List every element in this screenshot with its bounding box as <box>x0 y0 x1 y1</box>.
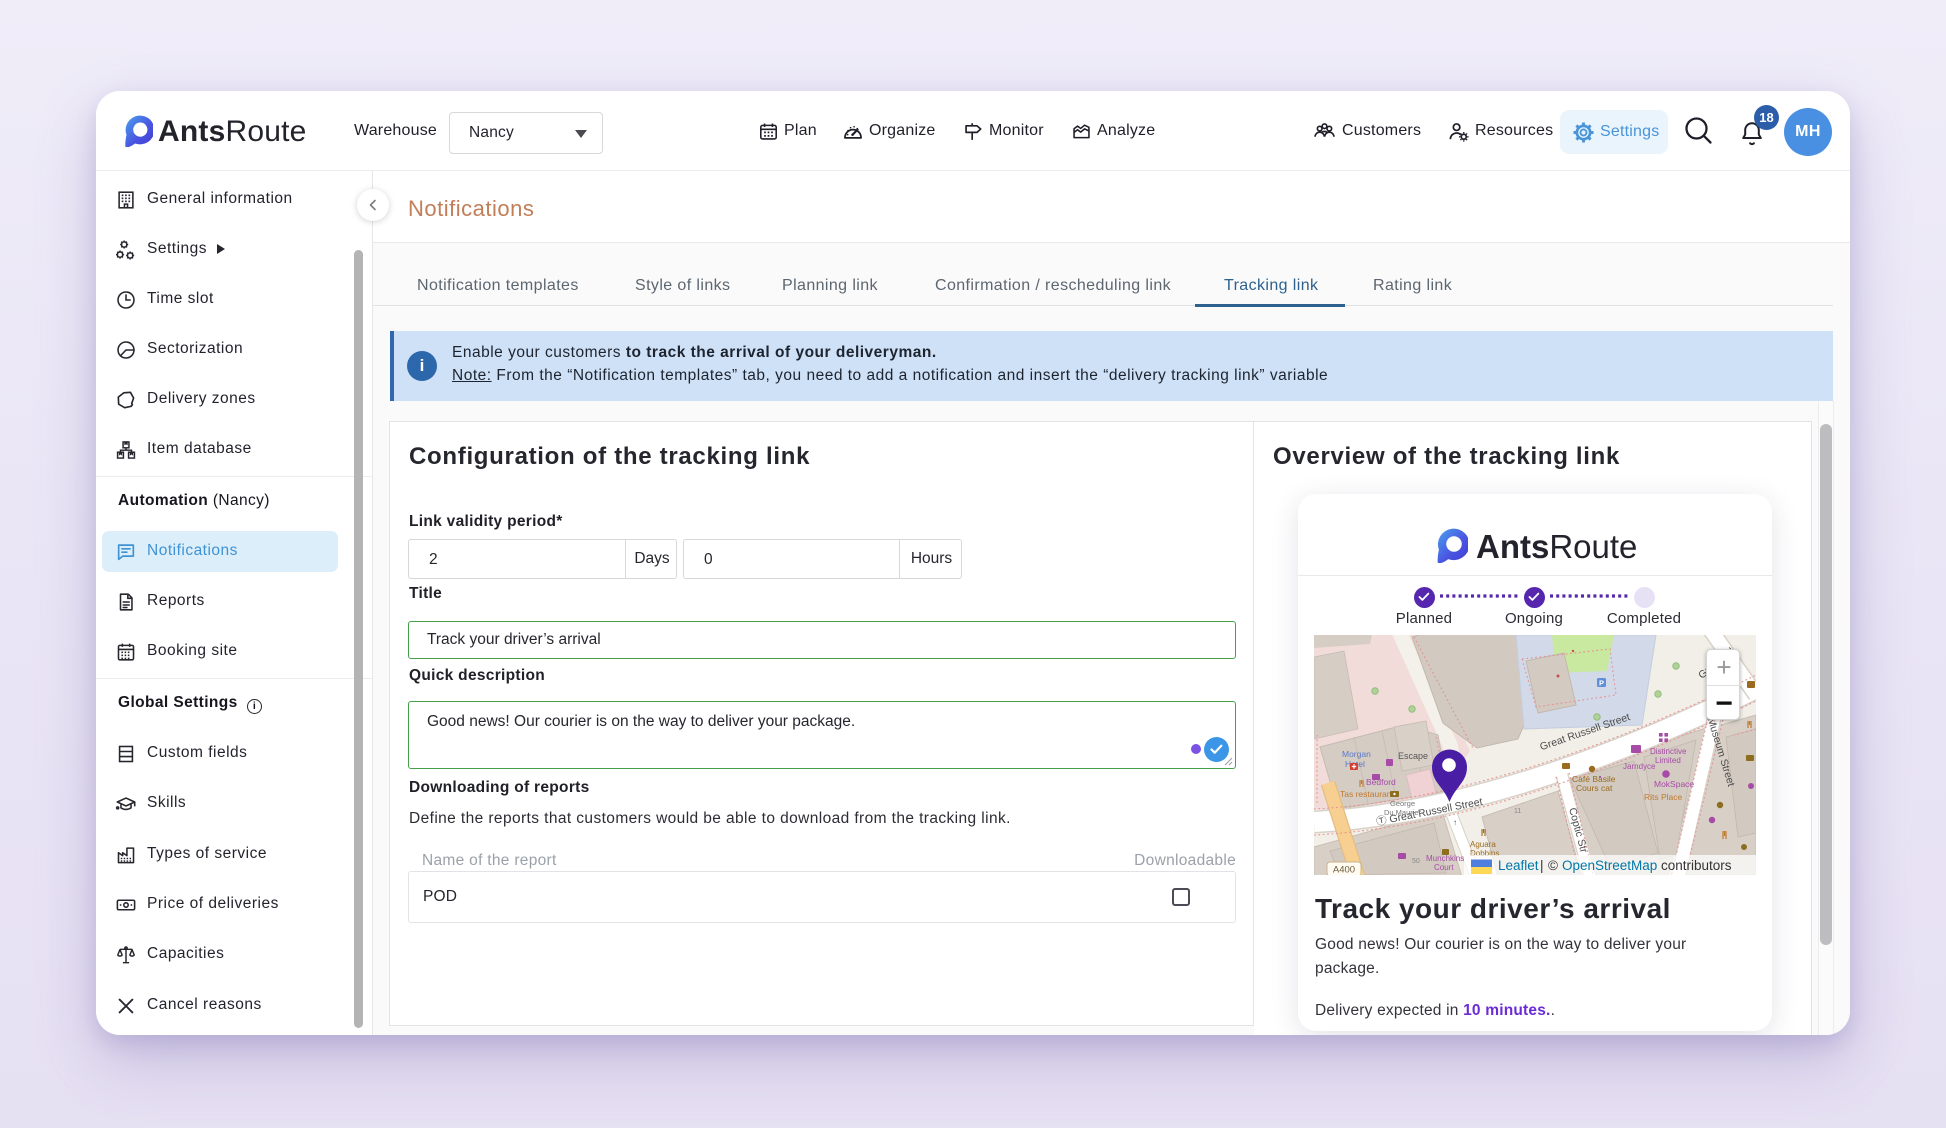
svg-text:Limited: Limited <box>1655 756 1681 765</box>
svg-text:Leaflet: Leaflet <box>1498 858 1539 873</box>
svg-text:|: | <box>1540 858 1544 873</box>
svg-text:OpenStreetMap: OpenStreetMap <box>1562 858 1657 873</box>
svg-text:Bedford: Bedford <box>1366 777 1396 787</box>
svg-text:Court: Court <box>1434 863 1454 872</box>
svg-text:↑: ↑ <box>1453 818 1457 827</box>
svg-text:Escape: Escape <box>1398 751 1428 761</box>
svg-text:©: © <box>1548 858 1558 873</box>
svg-text:P: P <box>1599 679 1604 688</box>
svg-text:Distinctive: Distinctive <box>1650 747 1687 756</box>
svg-text:11: 11 <box>1514 808 1521 815</box>
svg-text:Aguara: Aguara <box>1470 840 1496 849</box>
svg-text:Rits Place: Rits Place <box>1644 792 1683 802</box>
svg-text:Morgan: Morgan <box>1342 749 1371 759</box>
svg-text:George: George <box>1390 799 1415 808</box>
svg-text:MokSpace: MokSpace <box>1654 779 1694 789</box>
svg-text:contributors: contributors <box>1661 858 1732 873</box>
svg-text:Cours cat: Cours cat <box>1576 783 1613 793</box>
svg-text:Munchkins: Munchkins <box>1426 854 1464 863</box>
svg-text:Tas restaurant: Tas restaurant <box>1340 789 1394 799</box>
svg-text:A400: A400 <box>1333 865 1355 876</box>
svg-text:Du Maurier: Du Maurier <box>1384 808 1422 817</box>
svg-text:Jarndyce: Jarndyce <box>1623 762 1656 771</box>
svg-text:50: 50 <box>1412 858 1420 865</box>
